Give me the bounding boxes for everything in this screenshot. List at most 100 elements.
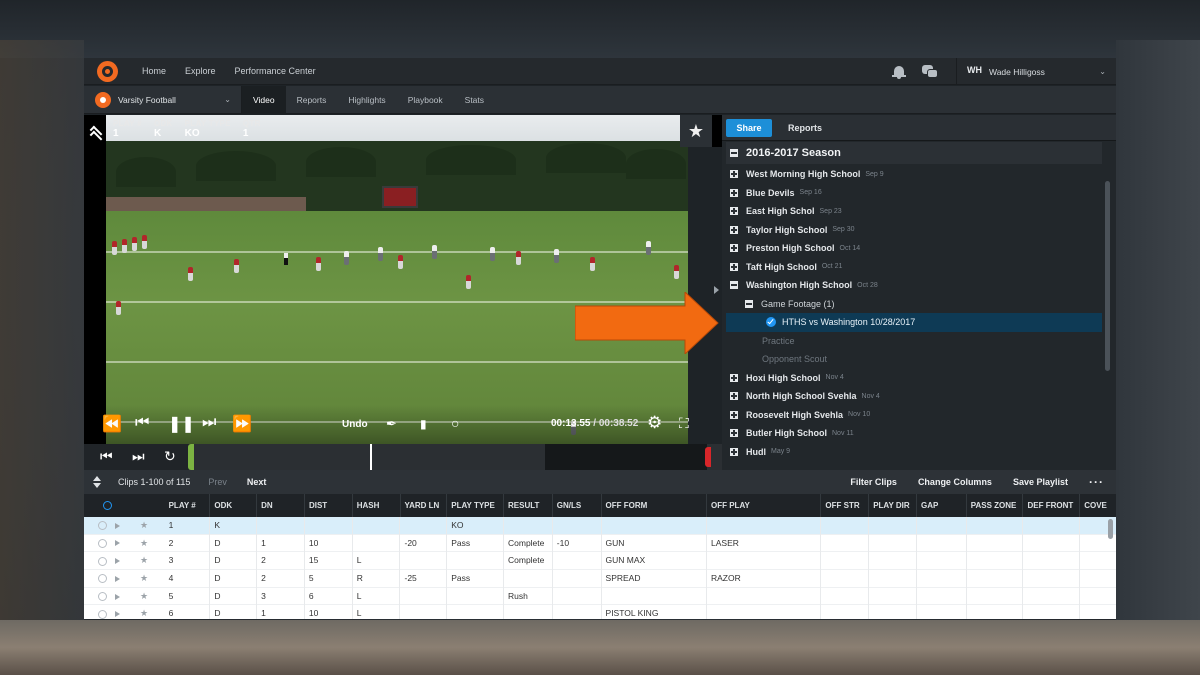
table-row[interactable]: ★ 5 D 3 6 L Rush	[84, 587, 1116, 606]
table-cell[interactable]: D	[210, 587, 258, 606]
table-cell[interactable]	[707, 605, 822, 619]
playhead[interactable]	[370, 444, 372, 470]
table-cell[interactable]	[869, 534, 917, 553]
collapse-icon[interactable]	[730, 149, 738, 157]
tab-reports-panel[interactable]: Reports	[788, 119, 822, 137]
expand-icon[interactable]	[730, 410, 738, 419]
table-cell[interactable]	[1023, 517, 1081, 535]
tab-stats[interactable]: Stats	[454, 86, 495, 114]
clip-start-marker[interactable]	[188, 444, 194, 470]
table-cell[interactable]	[353, 517, 401, 535]
save-playlist-button[interactable]: Save Playlist	[1013, 477, 1068, 487]
table-cell[interactable]: RAZOR	[707, 570, 822, 588]
step-back-icon[interactable]: ⏮	[135, 414, 149, 432]
gear-icon[interactable]: ⚙	[647, 413, 662, 433]
table-cell[interactable]	[869, 552, 917, 571]
draw-icon[interactable]: ✒	[386, 416, 397, 432]
table-cell[interactable]: 5	[305, 570, 353, 588]
table-cell[interactable]	[821, 570, 870, 588]
play-icon[interactable]	[115, 575, 120, 582]
table-cell[interactable]	[967, 534, 1024, 553]
play-icon[interactable]	[115, 611, 120, 618]
column-header[interactable]: ODK	[210, 494, 258, 517]
table-cell[interactable]	[504, 605, 553, 619]
table-cell[interactable]: 3	[165, 552, 211, 571]
column-header[interactable]: YARD LN	[401, 494, 448, 517]
folder-item-opponent-scout[interactable]: Opponent Scout	[726, 350, 1102, 369]
table-cell[interactable]	[869, 570, 917, 588]
column-header[interactable]: GN/LS	[553, 494, 602, 517]
game-item[interactable]: Blue Devils Sep 16	[726, 184, 1102, 203]
change-columns-button[interactable]: Change Columns	[918, 477, 992, 487]
team-selector[interactable]: Varsity Football ⌄	[84, 85, 242, 114]
table-cell[interactable]: K	[210, 517, 258, 535]
folder-item-practice[interactable]: Practice	[726, 332, 1102, 351]
table-cell[interactable]: Complete	[504, 552, 553, 571]
table-cell[interactable]	[400, 552, 448, 571]
table-row[interactable]: ★ 3 D 2 15 L Complete GUN MAX	[84, 552, 1116, 571]
step-forward-icon[interactable]: ⏭	[202, 414, 216, 432]
column-header[interactable]: OFF STR	[821, 494, 870, 517]
tab-reports[interactable]: Reports	[286, 86, 338, 114]
table-cell[interactable]: Pass	[447, 534, 504, 553]
table-cell[interactable]	[1023, 570, 1081, 588]
play-icon[interactable]	[115, 593, 120, 600]
table-cell[interactable]: L	[353, 605, 401, 619]
column-header[interactable]: PASS ZONE	[967, 494, 1024, 517]
circle-tool-icon[interactable]: ○	[451, 415, 459, 431]
table-cell[interactable]: 6	[305, 587, 353, 606]
select-all-column[interactable]	[84, 494, 165, 517]
table-row[interactable]: ★ 1 K KO	[84, 517, 1116, 535]
column-header[interactable]: PLAY TYPE	[447, 494, 504, 517]
table-cell[interactable]	[1023, 552, 1081, 571]
table-cell[interactable]: Rush	[504, 587, 553, 606]
expand-icon[interactable]	[730, 244, 738, 253]
season-header[interactable]: 2016-2017 Season	[726, 142, 1102, 164]
tab-video[interactable]: Video	[242, 85, 286, 114]
table-cell[interactable]: 2	[257, 570, 305, 588]
undo-button[interactable]: Undo	[342, 419, 368, 430]
table-cell[interactable]	[821, 552, 870, 571]
table-cell[interactable]	[917, 587, 967, 606]
table-cell[interactable]: -20	[400, 534, 448, 553]
table-cell[interactable]	[553, 605, 602, 619]
game-item[interactable]: East High Schol Sep 23	[726, 202, 1102, 221]
column-header[interactable]: OFF FORM	[602, 494, 707, 517]
comment-icon[interactable]: ▮	[420, 417, 427, 431]
expand-icon[interactable]	[730, 207, 738, 216]
row-select-radio[interactable]	[98, 556, 107, 566]
game-item[interactable]: Hudl May 9	[726, 443, 1102, 462]
user-menu[interactable]: WH Wade Hilligoss ⌄	[956, 58, 1116, 85]
loop-icon[interactable]: ↻	[164, 448, 176, 465]
selected-video-item[interactable]: HTHS vs Washington 10/28/2017	[726, 313, 1102, 332]
table-cell[interactable]	[553, 570, 602, 588]
table-cell[interactable]	[821, 587, 870, 606]
row-select-radio[interactable]	[98, 609, 107, 619]
row-select-radio[interactable]	[98, 538, 107, 548]
collapse-icon[interactable]	[730, 281, 738, 290]
table-cell[interactable]	[257, 517, 305, 535]
table-cell[interactable]	[967, 570, 1024, 588]
table-cell[interactable]	[400, 517, 448, 535]
game-item[interactable]: West Morning High School Sep 9	[726, 165, 1102, 184]
table-cell[interactable]: Complete	[504, 534, 553, 553]
sort-icon[interactable]	[93, 476, 101, 488]
table-cell[interactable]: L	[353, 552, 401, 571]
table-row[interactable]: ★ 2 D 1 10 -20 Pass Complete -10 GUN LASER	[84, 534, 1116, 553]
table-cell[interactable]	[1080, 570, 1116, 588]
table-cell[interactable]	[967, 587, 1024, 606]
table-cell[interactable]: Pass	[447, 570, 504, 588]
table-cell[interactable]	[400, 587, 448, 606]
table-cell[interactable]: 1	[257, 605, 305, 619]
table-cell[interactable]	[967, 552, 1024, 571]
collapse-up-icon[interactable]	[89, 125, 103, 144]
table-cell[interactable]	[917, 552, 967, 571]
table-cell[interactable]	[967, 517, 1024, 535]
table-cell[interactable]	[1080, 605, 1116, 619]
collapse-icon[interactable]	[745, 299, 753, 308]
rewind-icon[interactable]: ⏪	[102, 414, 122, 434]
row-select-radio[interactable]	[98, 574, 107, 584]
table-row[interactable]: ★ 4 D 2 5 R -25 Pass SPREAD RAZOR	[84, 570, 1116, 588]
timeline-next-clip[interactable]	[545, 444, 707, 470]
expand-icon[interactable]	[730, 429, 738, 438]
